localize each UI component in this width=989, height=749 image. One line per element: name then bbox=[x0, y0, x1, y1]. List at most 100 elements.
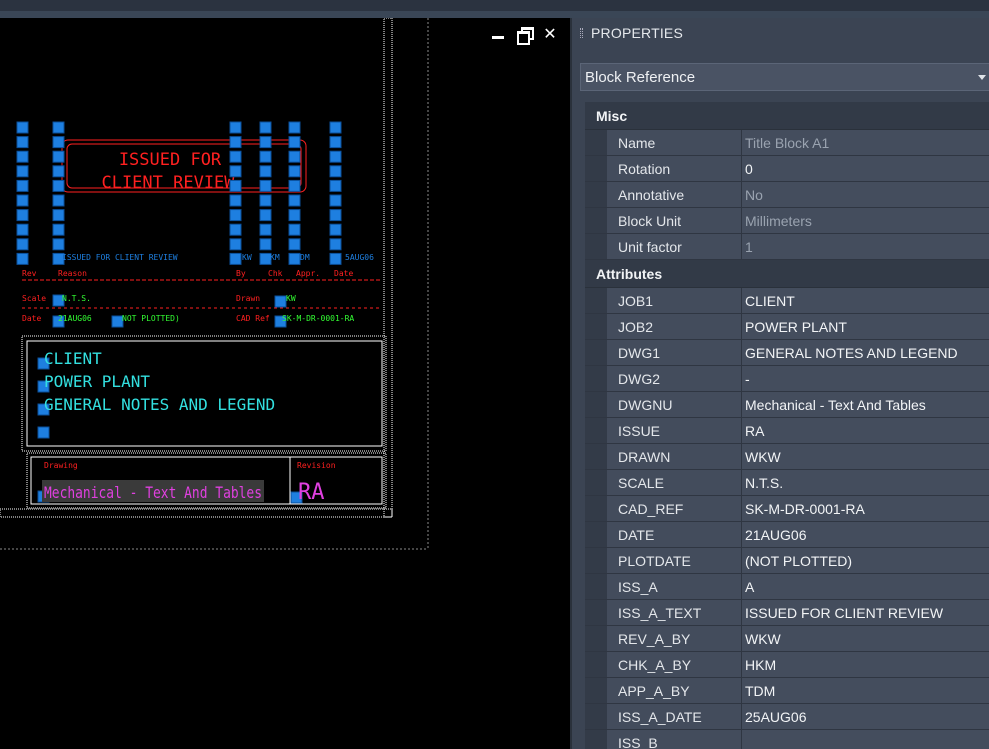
drawing-viewport[interactable]: ISSUED FOR CLIENT REVIEW ISSUED FOR CLIE… bbox=[0, 18, 570, 749]
grip-square[interactable] bbox=[329, 121, 342, 134]
grip-square[interactable] bbox=[16, 136, 29, 149]
grip-square[interactable] bbox=[52, 179, 65, 192]
grip-square[interactable] bbox=[274, 295, 287, 308]
grip-square[interactable] bbox=[52, 238, 65, 251]
restore-button[interactable] bbox=[516, 26, 534, 45]
property-value[interactable]: HKM bbox=[742, 652, 989, 677]
grip-square[interactable] bbox=[259, 238, 272, 251]
property-value[interactable]: 0 bbox=[742, 156, 989, 181]
grip-square[interactable] bbox=[288, 238, 301, 251]
grip-square[interactable] bbox=[229, 165, 242, 178]
grip-square[interactable] bbox=[329, 223, 342, 236]
grip-square[interactable] bbox=[16, 179, 29, 192]
property-row-scale[interactable]: SCALE N.T.S. bbox=[585, 470, 989, 496]
grip-square[interactable] bbox=[229, 150, 242, 163]
property-row-job1[interactable]: JOB1 CLIENT bbox=[585, 288, 989, 314]
property-value[interactable]: Mechanical - Text And Tables bbox=[742, 392, 989, 417]
grip-square[interactable] bbox=[259, 223, 272, 236]
property-value[interactable]: 21AUG06 bbox=[742, 522, 989, 547]
grip-square[interactable] bbox=[52, 121, 65, 134]
chevron-down-icon[interactable] bbox=[978, 75, 986, 80]
grip-square[interactable] bbox=[288, 209, 301, 222]
section-misc[interactable]: Misc bbox=[585, 102, 989, 130]
grip-square[interactable] bbox=[329, 136, 342, 149]
grip-square[interactable] bbox=[229, 209, 242, 222]
grip-square[interactable] bbox=[52, 209, 65, 222]
property-row-iss-a-text[interactable]: ISS_A_TEXT ISSUED FOR CLIENT REVIEW bbox=[585, 600, 989, 626]
property-row-rev-a-by[interactable]: REV_A_BY WKW bbox=[585, 626, 989, 652]
grip-square[interactable] bbox=[259, 179, 272, 192]
grip-square[interactable] bbox=[288, 223, 301, 236]
grip-square[interactable] bbox=[16, 194, 29, 207]
grip-square[interactable] bbox=[288, 150, 301, 163]
grip-square[interactable] bbox=[259, 194, 272, 207]
property-value[interactable]: GENERAL NOTES AND LEGEND bbox=[742, 340, 989, 365]
grip-square[interactable] bbox=[329, 165, 342, 178]
property-row-chk-a-by[interactable]: CHK_A_BY HKM bbox=[585, 652, 989, 678]
property-value[interactable]: RA bbox=[742, 418, 989, 443]
grip-square[interactable] bbox=[16, 252, 29, 265]
property-row-unit-factor[interactable]: Unit factor 1 bbox=[585, 234, 989, 260]
grip-square[interactable] bbox=[329, 238, 342, 251]
grip-square[interactable] bbox=[229, 121, 242, 134]
property-value[interactable]: TDM bbox=[742, 678, 989, 703]
grip-square[interactable] bbox=[259, 150, 272, 163]
grip-square[interactable] bbox=[259, 136, 272, 149]
grip-square[interactable] bbox=[52, 150, 65, 163]
property-row-annotative[interactable]: Annotative No bbox=[585, 182, 989, 208]
property-row-app-a-by[interactable]: APP_A_BY TDM bbox=[585, 678, 989, 704]
grip-square[interactable] bbox=[16, 165, 29, 178]
grip-square[interactable] bbox=[37, 426, 50, 439]
grip-square[interactable] bbox=[288, 179, 301, 192]
property-value[interactable]: ISSUED FOR CLIENT REVIEW bbox=[742, 600, 989, 625]
properties-title-bar[interactable]: PROPERTIES bbox=[572, 18, 989, 48]
grip-square[interactable] bbox=[329, 209, 342, 222]
section-attributes[interactable]: Attributes bbox=[585, 260, 989, 288]
grip-square[interactable] bbox=[16, 150, 29, 163]
property-row-dwgnu[interactable]: DWGNU Mechanical - Text And Tables bbox=[585, 392, 989, 418]
grip-square[interactable] bbox=[259, 165, 272, 178]
property-value[interactable]: WKW bbox=[742, 444, 989, 469]
grip-square[interactable] bbox=[229, 238, 242, 251]
object-type-select[interactable]: Block Reference bbox=[580, 63, 989, 91]
property-value[interactable]: SK-M-DR-0001-RA bbox=[742, 496, 989, 521]
property-row-iss-a[interactable]: ISS_A A bbox=[585, 574, 989, 600]
grip-square[interactable] bbox=[229, 179, 242, 192]
property-row-plotdate[interactable]: PLOTDATE (NOT PLOTTED) bbox=[585, 548, 989, 574]
property-row-cad-ref[interactable]: CAD_REF SK-M-DR-0001-RA bbox=[585, 496, 989, 522]
grip-square[interactable] bbox=[229, 252, 242, 265]
grip-square[interactable] bbox=[229, 136, 242, 149]
property-row-date[interactable]: DATE 21AUG06 bbox=[585, 522, 989, 548]
grip-square[interactable] bbox=[52, 223, 65, 236]
panel-grip-icon[interactable] bbox=[580, 28, 583, 38]
grip-square[interactable] bbox=[288, 136, 301, 149]
grip-square[interactable] bbox=[329, 150, 342, 163]
property-row-dwg2[interactable]: DWG2- bbox=[585, 366, 989, 392]
property-row-iss-b[interactable]: ISS_B bbox=[585, 730, 989, 749]
grip-square[interactable] bbox=[229, 223, 242, 236]
property-row-rotation[interactable]: Rotation 0 bbox=[585, 156, 989, 182]
property-row-dwg1[interactable]: DWG1 GENERAL NOTES AND LEGEND bbox=[585, 340, 989, 366]
grip-square[interactable] bbox=[16, 121, 29, 134]
property-row-job2[interactable]: JOB2 POWER PLANT bbox=[585, 314, 989, 340]
grip-square[interactable] bbox=[259, 121, 272, 134]
close-button[interactable]: ✕ bbox=[542, 26, 558, 42]
property-value[interactable]: CLIENT bbox=[742, 288, 989, 313]
property-value[interactable]: 25AUG06 bbox=[742, 704, 989, 729]
property-value[interactable]: (NOT PLOTTED) bbox=[742, 548, 989, 573]
grip-square[interactable] bbox=[229, 194, 242, 207]
grip-square[interactable] bbox=[288, 194, 301, 207]
property-value[interactable]: WKW bbox=[742, 626, 989, 651]
grip-square[interactable] bbox=[329, 179, 342, 192]
property-row-iss-a-date[interactable]: ISS_A_DATE 25AUG06 bbox=[585, 704, 989, 730]
minimize-button[interactable] bbox=[490, 26, 506, 42]
property-row-drawn[interactable]: DRAWN WKW bbox=[585, 444, 989, 470]
property-value[interactable]: A bbox=[742, 574, 989, 599]
property-value[interactable]: - bbox=[742, 366, 989, 391]
grip-square[interactable] bbox=[288, 121, 301, 134]
property-row-issue[interactable]: ISSUE RA bbox=[585, 418, 989, 444]
property-row-name[interactable]: Name Title Block A1 bbox=[585, 130, 989, 156]
property-row-block-unit[interactable]: Block Unit Millimeters bbox=[585, 208, 989, 234]
grip-square[interactable] bbox=[52, 136, 65, 149]
grip-square[interactable] bbox=[16, 223, 29, 236]
